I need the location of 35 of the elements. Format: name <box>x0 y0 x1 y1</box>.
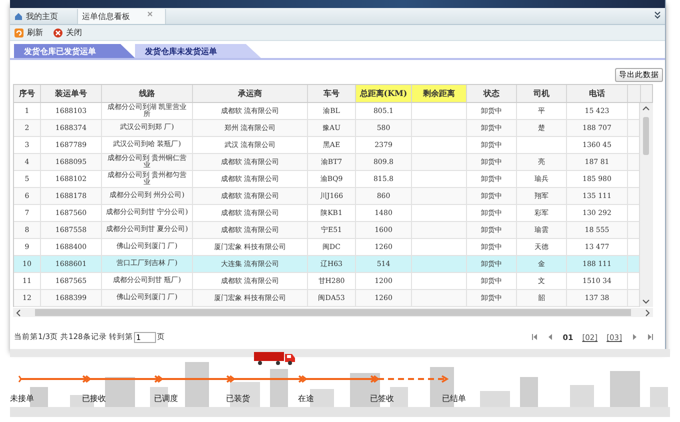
step-label: 已签收 <box>370 393 394 404</box>
column-header[interactable]: 装运单号 <box>41 85 102 102</box>
home-icon <box>14 12 23 21</box>
tab[interactable]: 运单信息看板 <box>78 9 166 24</box>
step-label: 已接收 <box>82 393 106 404</box>
previous-page-icon[interactable] <box>546 333 554 341</box>
first-page-icon[interactable] <box>530 333 538 341</box>
refresh-icon <box>14 28 24 38</box>
step-label: 在途 <box>298 393 314 404</box>
column-header[interactable]: 序号 <box>14 85 41 102</box>
scroll-up-icon[interactable] <box>642 105 650 111</box>
column-header[interactable]: 剩余距离 <box>412 85 467 102</box>
step-label: 未接单 <box>10 393 34 404</box>
toolbar-button[interactable]: 刷新 <box>12 27 45 38</box>
scroll-down-icon[interactable] <box>642 299 650 305</box>
column-header[interactable]: 总距离(KM) <box>356 85 412 102</box>
scroll-right-icon[interactable] <box>643 308 651 316</box>
scrollbar[interactable] <box>13 308 653 317</box>
next-page-icon[interactable] <box>631 333 638 341</box>
column-header[interactable]: 承运商 <box>193 85 308 102</box>
close-icon <box>53 28 63 38</box>
scroll-left-icon[interactable] <box>15 308 23 316</box>
column-header[interactable]: 电话 <box>567 85 628 102</box>
column-header[interactable]: 状态 <box>467 85 517 102</box>
toolbar-button[interactable]: 关闭 <box>51 27 84 38</box>
column-header[interactable]: 司机 <box>517 85 567 102</box>
step-label: 已结单 <box>442 393 466 404</box>
scrollbar[interactable] <box>639 103 653 307</box>
step-label: 已装货 <box>226 393 250 404</box>
step-label: 已调度 <box>154 393 178 404</box>
collapse-icon[interactable] <box>654 11 661 19</box>
tab[interactable]: 发货仓库未发货运单 <box>135 44 261 58</box>
last-page-icon[interactable] <box>647 333 654 341</box>
close-icon[interactable] <box>147 10 153 16</box>
column-header[interactable]: 线路 <box>102 85 193 102</box>
